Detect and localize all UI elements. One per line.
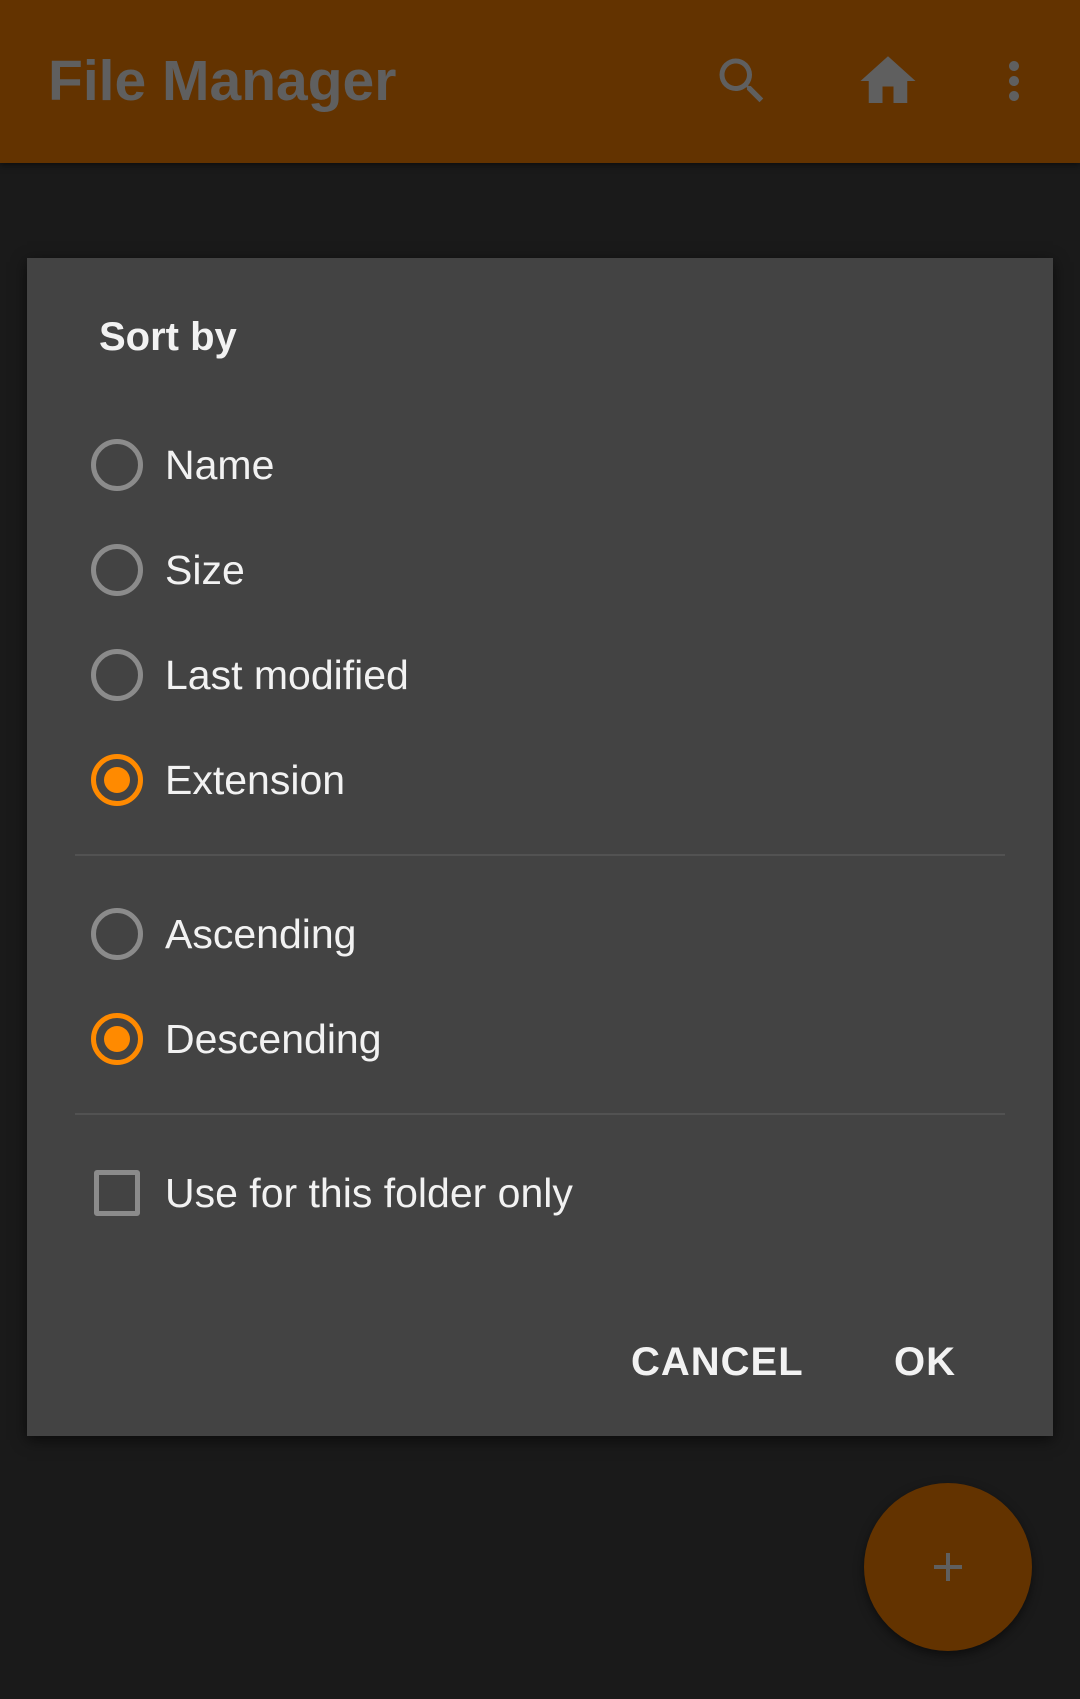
dialog-title: Sort by	[99, 315, 237, 359]
sort-option-name[interactable]: Name	[91, 420, 991, 510]
ok-button[interactable]: OK	[894, 1328, 956, 1396]
order-option-ascending[interactable]: Ascending	[91, 889, 991, 979]
option-label: Use for this folder only	[165, 1169, 573, 1216]
cancel-button[interactable]: CANCEL	[631, 1328, 804, 1396]
folder-only-option[interactable]: Use for this folder only	[91, 1148, 991, 1238]
radio-button-selected[interactable]	[91, 1013, 143, 1065]
option-label: Ascending	[165, 910, 357, 957]
radio-button-selected[interactable]	[91, 754, 143, 806]
more-vert-icon[interactable]	[978, 45, 1050, 117]
option-label: Descending	[165, 1015, 382, 1062]
checkbox[interactable]	[94, 1170, 140, 1216]
order-option-descending[interactable]: Descending	[91, 994, 991, 1084]
radio-button[interactable]	[91, 544, 143, 596]
option-label: Last modified	[165, 651, 409, 698]
radio-button[interactable]	[91, 649, 143, 701]
sort-option-extension[interactable]: Extension	[91, 735, 991, 825]
divider	[75, 854, 1005, 856]
home-icon[interactable]	[852, 45, 924, 117]
app-bar: File Manager	[0, 0, 1080, 163]
app-title: File Manager	[48, 49, 397, 113]
add-fab-button[interactable]	[864, 1483, 1032, 1651]
sort-dialog: Sort by Name Size Last modified Extensio…	[27, 258, 1053, 1436]
option-label: Extension	[165, 756, 346, 803]
option-label: Size	[165, 546, 245, 593]
option-label: Name	[165, 441, 275, 488]
sort-option-size[interactable]: Size	[91, 525, 991, 615]
plus-icon	[934, 1553, 962, 1581]
radio-button[interactable]	[91, 439, 143, 491]
sort-option-last-modified[interactable]: Last modified	[91, 630, 991, 720]
radio-button[interactable]	[91, 908, 143, 960]
divider	[75, 1113, 1005, 1115]
search-icon[interactable]	[706, 45, 778, 117]
